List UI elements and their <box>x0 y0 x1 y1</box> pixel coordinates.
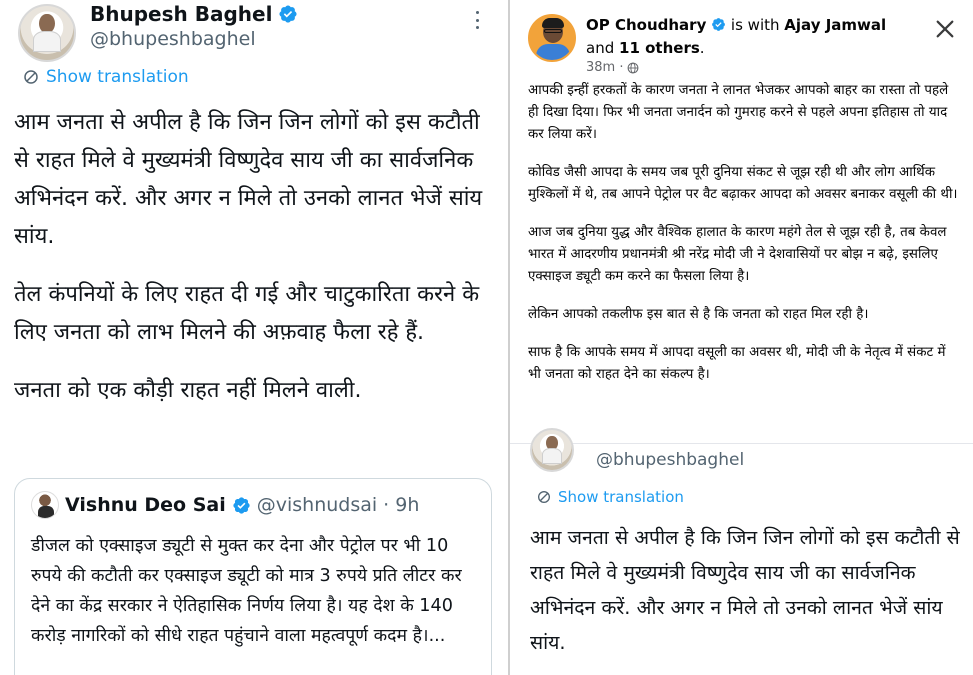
tweet-text: आम जनता से अपील है कि जिन जिन लोगों को इ… <box>530 526 960 654</box>
author-handle[interactable]: @bhupeshbaghel <box>90 28 256 50</box>
globe-icon <box>628 62 639 73</box>
quoted-tweet-text: डीजल को एक्साइज ड्यूटी से मुक्त कर देना … <box>31 536 462 646</box>
fb-with-text: is with <box>730 16 780 34</box>
fb-paragraph: साफ है कि आपके समय में आपदा वसूली का अवस… <box>528 345 946 382</box>
show-translation-link[interactable]: Show translation <box>22 67 189 87</box>
close-icon[interactable] <box>934 18 956 40</box>
fb-post-title: OP Choudhary is with Ajay Jamwal and 11 … <box>586 16 887 57</box>
fb-paragraph: कोविड जैसी आपदा के समय जब पूरी दुनिया सं… <box>528 165 958 202</box>
show-translation-label: Show translation <box>558 488 684 506</box>
fb-author-name[interactable]: OP Choudhary <box>586 16 706 34</box>
quoted-author-name[interactable]: Vishnu Deo Sai <box>65 494 226 516</box>
quoted-tweet-time[interactable]: · 9h <box>383 494 419 516</box>
fb-tagged-name[interactable]: Ajay Jamwal <box>784 16 886 34</box>
tweet-text: आम जनता से अपील है कि जिन जिन लोगों को इ… <box>14 104 494 430</box>
show-translation-label: Show translation <box>46 67 189 87</box>
quoted-tweet[interactable]: Vishnu Deo Sai @vishnudsai · 9h डीजल को … <box>14 478 492 675</box>
fb-and-text: and <box>586 39 615 57</box>
translate-icon <box>538 491 550 503</box>
author-handle[interactable]: @bhupeshbaghel <box>596 450 744 470</box>
verified-badge-icon <box>279 5 297 23</box>
fb-author-avatar[interactable] <box>528 14 576 62</box>
fb-paragraph: आपकी इन्हीं हरकतों के कारण जनता ने लानत … <box>528 83 949 142</box>
avatar-body <box>541 448 563 465</box>
tweet-paragraph: तेल कंपनियों के लिए राहत दी गई और चाटुका… <box>14 282 480 345</box>
quoted-tweet-header: Vishnu Deo Sai @vishnudsai · 9h <box>31 491 477 519</box>
fb-paragraph: आज जब दुनिया युद्ध और वैश्विक हालात के क… <box>528 225 947 284</box>
embedded-tweet: @bhupeshbaghel Show translation आम जनता … <box>510 428 973 675</box>
show-translation-link[interactable]: Show translation <box>536 488 684 506</box>
fb-tagged-others[interactable]: 11 others <box>619 39 700 57</box>
fb-post-meta: 38m · <box>586 60 639 75</box>
fb-post-time[interactable]: 38m · <box>586 60 623 75</box>
verified-badge-icon <box>233 496 250 514</box>
avatar-body <box>32 30 62 53</box>
quoted-author-avatar[interactable] <box>31 491 59 519</box>
fb-post-text: आपकी इन्हीं हरकतों के कारण जनता ने लानत … <box>528 80 960 402</box>
author-name[interactable]: Bhupesh Baghel <box>90 2 272 26</box>
tweet-paragraph: आम जनता से अपील है कि जिन जिन लोगों को इ… <box>14 110 483 249</box>
verified-badge-icon <box>712 18 726 31</box>
quoted-author-handle[interactable]: @vishnudsai <box>257 494 377 516</box>
author-avatar[interactable] <box>530 428 574 472</box>
author-name-row[interactable]: Bhupesh Baghel <box>90 2 298 26</box>
right-panel: OP Choudhary is with Ajay Jamwal and 11 … <box>508 0 973 675</box>
translate-icon <box>24 70 38 84</box>
author-avatar[interactable] <box>18 4 76 62</box>
left-tweet-panel: Bhupesh Baghel @bhupeshbaghel Show trans… <box>0 0 508 675</box>
tweet-paragraph: जनता को एक कौड़ी राहत नहीं मिलने वाली. <box>14 378 362 403</box>
facebook-post: OP Choudhary is with Ajay Jamwal and 11 … <box>510 0 973 444</box>
fb-paragraph: लेकिन आपको तकलीफ इस बात से है कि जनता को… <box>528 307 869 322</box>
more-options-icon[interactable] <box>470 8 484 32</box>
